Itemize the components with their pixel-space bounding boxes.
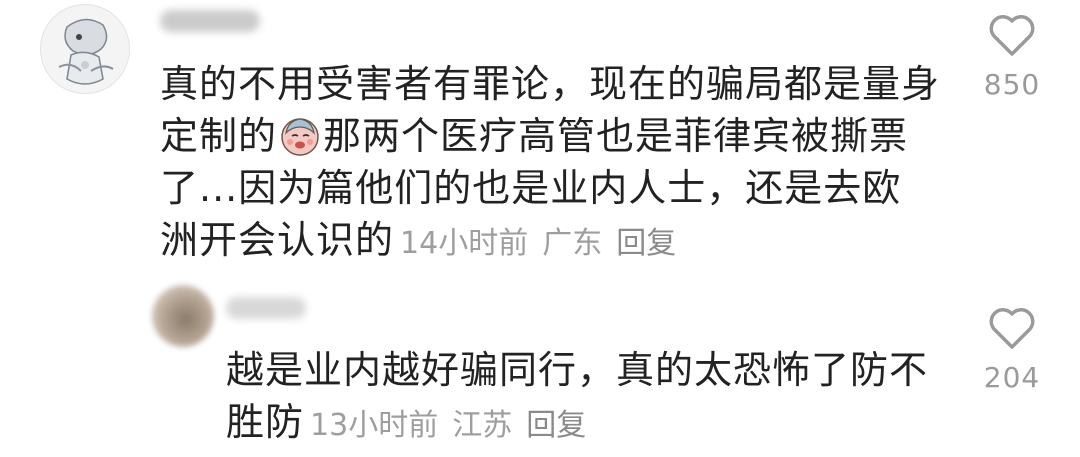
avatar[interactable] — [152, 285, 214, 347]
comment-time: 13小时前 — [310, 408, 439, 443]
comment-location: 江苏 — [452, 408, 513, 443]
comment-location: 广东 — [542, 226, 603, 261]
like-control[interactable]: 850 — [972, 12, 1052, 101]
heart-icon[interactable] — [987, 12, 1037, 58]
username-blurred[interactable] — [226, 297, 306, 319]
heart-icon[interactable] — [987, 305, 1037, 351]
comment-time: 14小时前 — [400, 226, 529, 261]
comment-meta: 13小时前 江苏 回复 — [310, 408, 600, 443]
comment-meta: 14小时前 广东 回复 — [400, 226, 690, 261]
like-control[interactable]: 204 — [972, 305, 1052, 394]
avatar[interactable] — [40, 4, 130, 94]
comment-text: 越是业内越好骗同行，真的太恐怖了防不胜防 13小时前 江苏 回复 — [226, 344, 946, 452]
like-count: 850 — [983, 68, 1041, 101]
comment-text: 真的不用受害者有罪论，现在的骗局都是量身定制的 那两个医疗高管也是菲律宾被撕票了.… — [160, 58, 940, 270]
avatar-illustration-icon — [42, 6, 129, 93]
reply-button[interactable]: 回复 — [616, 226, 676, 261]
crying-face-emoji-icon — [281, 118, 319, 156]
reply-button[interactable]: 回复 — [526, 408, 586, 443]
like-count: 204 — [983, 361, 1041, 394]
username-blurred[interactable] — [160, 10, 260, 32]
